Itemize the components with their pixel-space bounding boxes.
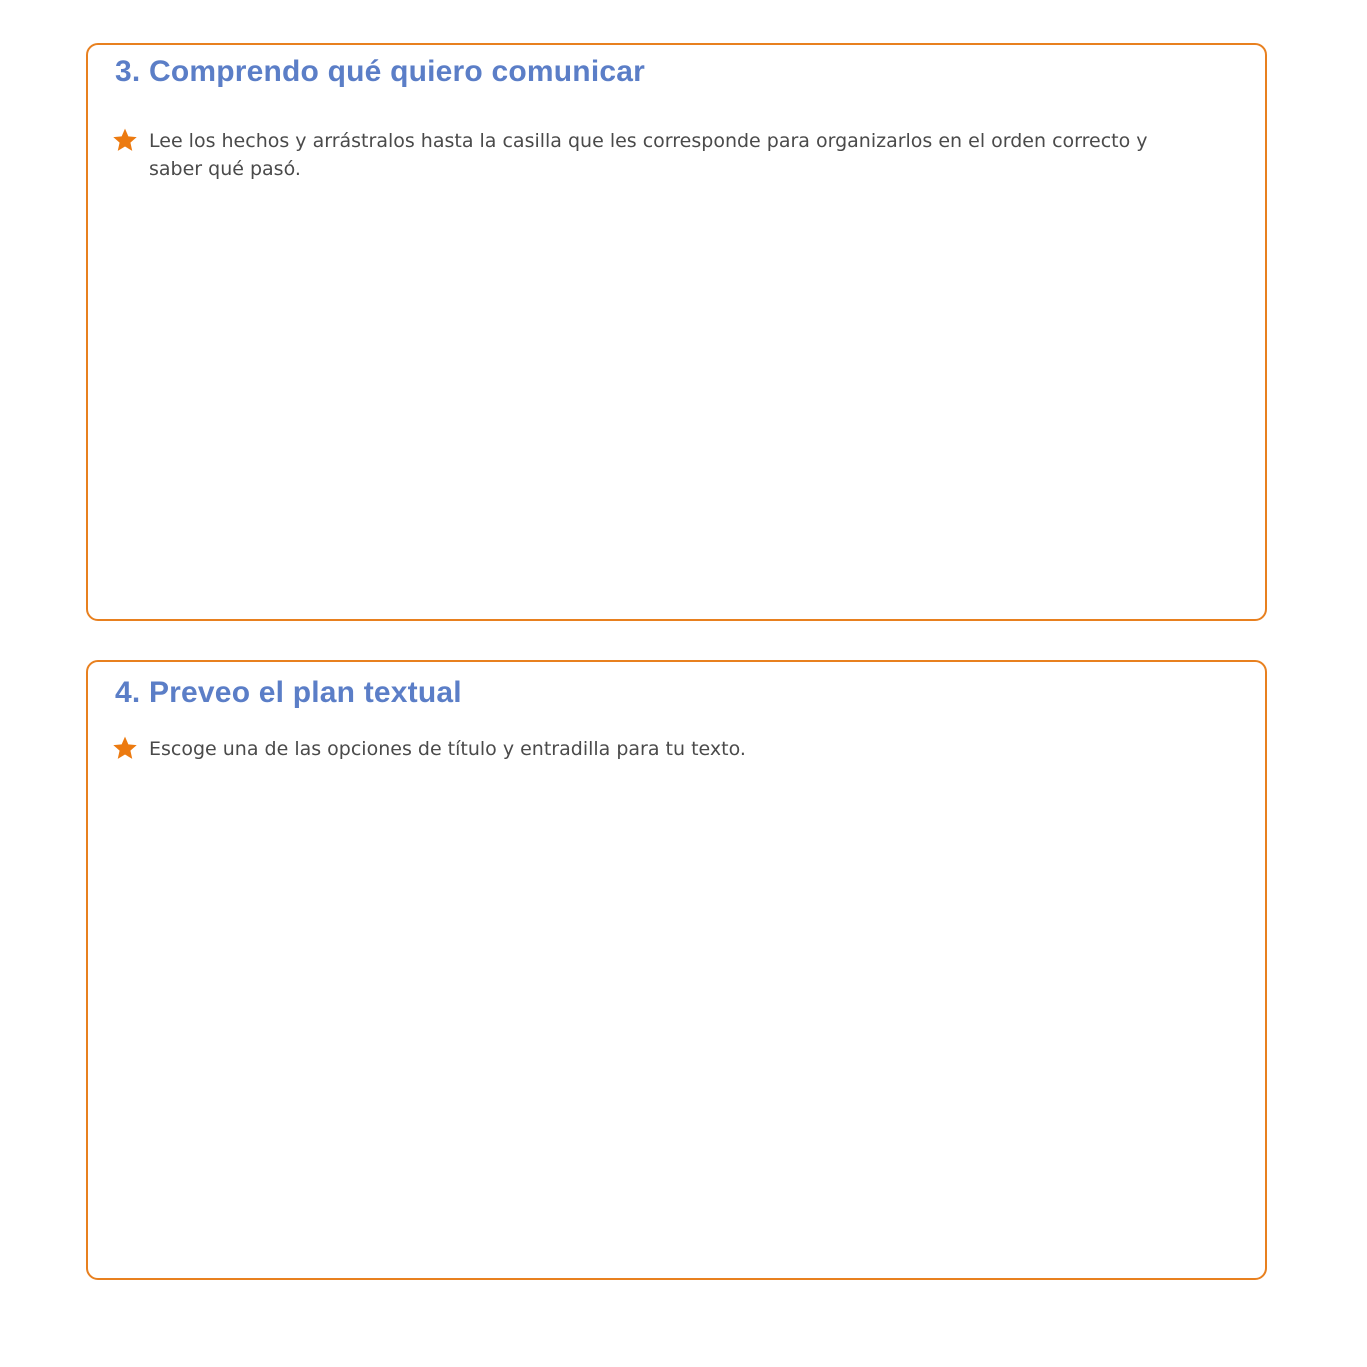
section-title: 3. Comprendo qué quiero comunicar [115, 55, 646, 88]
instruction: Escoge una de las opciones de título y e… [112, 735, 1202, 763]
instruction-text: Lee los hechos y arrástralos hasta la ca… [149, 130, 1148, 180]
instruction-text: Escoge una de las opciones de título y e… [149, 738, 746, 760]
instruction: Lee los hechos y arrástralos hasta la ca… [112, 127, 1202, 183]
section-title: 4. Preveo el plan textual [115, 676, 462, 709]
section-comprendo-que-quiero-comunicar: 3. Comprendo qué quiero comunicar Lee lo… [86, 43, 1267, 621]
section-preveo-el-plan-textual: 4. Preveo el plan textual Escoge una de … [86, 660, 1267, 1280]
star-icon [113, 128, 137, 151]
star-icon [113, 736, 137, 759]
